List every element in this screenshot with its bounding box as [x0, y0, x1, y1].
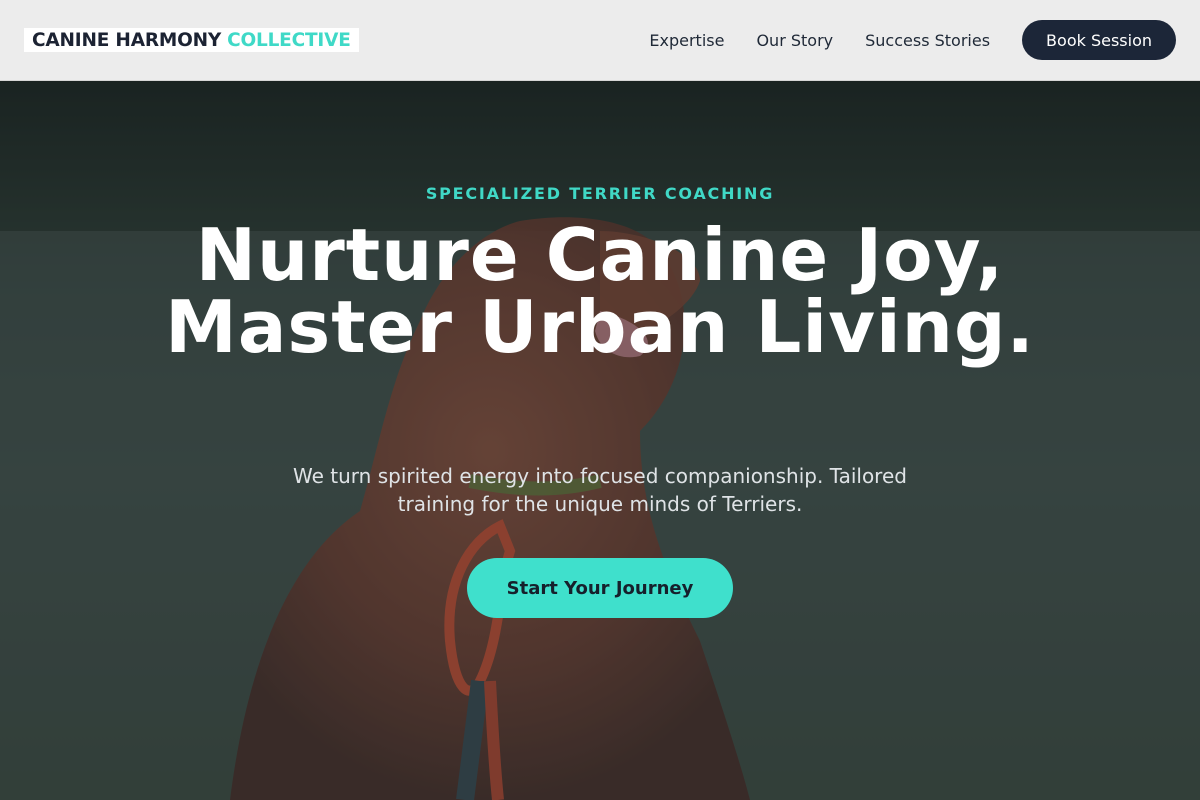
book-session-button[interactable]: Book Session [1022, 20, 1176, 60]
start-journey-button[interactable]: Start Your Journey [467, 558, 733, 618]
nav-link-our-story[interactable]: Our Story [756, 31, 833, 50]
nav-link-expertise[interactable]: Expertise [649, 31, 724, 50]
hero-subtext: We turn spirited energy into focused com… [293, 464, 907, 516]
nav-link-success-stories[interactable]: Success Stories [865, 31, 990, 50]
logo-main-text: CANINE HARMONY [32, 30, 222, 51]
hero-section: SPECIALIZED TERRIER COACHING Nurture Can… [0, 81, 1200, 800]
site-header: CANINE HARMONY COLLECTIVE Expertise Our … [0, 0, 1200, 81]
hero-headline: Nurture Canine Joy, Master Urban Living. [165, 213, 1035, 369]
site-logo[interactable]: CANINE HARMONY COLLECTIVE [24, 28, 359, 52]
main-nav: Expertise Our Story Success Stories Book… [649, 20, 1176, 60]
hero-eyebrow: SPECIALIZED TERRIER COACHING [425, 184, 775, 203]
logo-accent-text: COLLECTIVE [227, 30, 351, 51]
